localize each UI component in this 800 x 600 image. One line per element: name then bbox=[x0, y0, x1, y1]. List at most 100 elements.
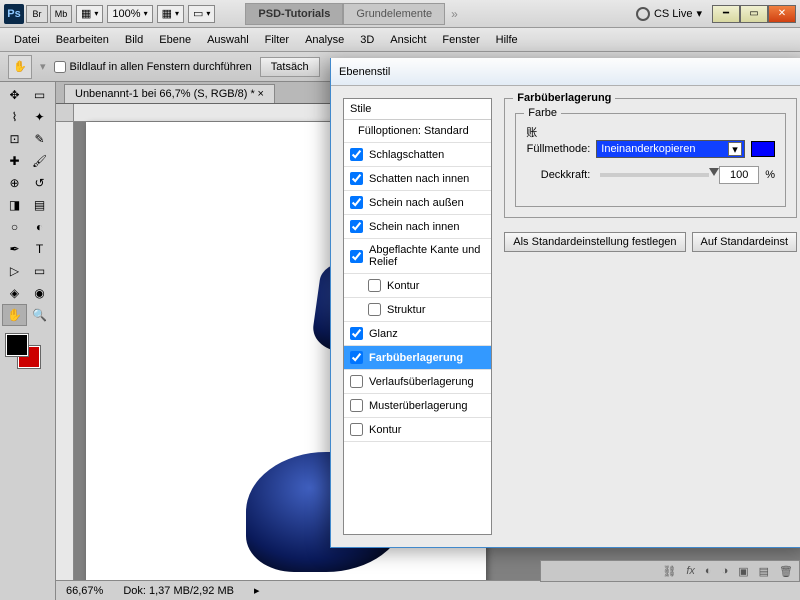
style-inner-glow[interactable]: Schein nach innen bbox=[344, 215, 491, 239]
dialog-titlebar[interactable]: Ebenenstil bbox=[331, 58, 800, 86]
doc-close-icon[interactable]: × bbox=[258, 88, 264, 100]
workspace-tab-tutorials[interactable]: PSD-Tutorials bbox=[245, 3, 343, 25]
color-wells[interactable] bbox=[2, 332, 53, 370]
document-size[interactable]: Dok: 1,37 MB/2,92 MB bbox=[123, 585, 234, 597]
opacity-input[interactable] bbox=[719, 166, 759, 184]
type-tool[interactable]: T bbox=[27, 238, 52, 260]
crop-tool[interactable]: ⊡ bbox=[2, 128, 27, 150]
brush-tool[interactable]: 🖌 bbox=[27, 150, 52, 172]
scroll-all-checkbox[interactable]: Bildlauf in allen Fenstern durchführen bbox=[54, 61, 252, 73]
workspace-tab-grundelemente[interactable]: Grundelemente bbox=[343, 3, 445, 25]
heal-tool[interactable]: ✚ bbox=[2, 150, 27, 172]
ruler-origin bbox=[56, 104, 74, 122]
scroll-all-input[interactable] bbox=[54, 61, 66, 73]
status-arrow-icon[interactable]: ▸ bbox=[254, 584, 260, 597]
style-outer-glow[interactable]: Schein nach außen bbox=[344, 191, 491, 215]
slider-thumb-icon[interactable] bbox=[709, 168, 719, 176]
menu-bearbeiten[interactable]: Bearbeiten bbox=[48, 30, 117, 50]
opacity-slider[interactable] bbox=[600, 173, 709, 177]
view-extras-dropdown[interactable]: ▦ bbox=[76, 5, 103, 23]
menu-bild[interactable]: Bild bbox=[117, 30, 151, 50]
bridge-button[interactable]: Br bbox=[26, 5, 48, 23]
trash-icon[interactable]: 🗑 bbox=[779, 565, 793, 578]
document-tab[interactable]: Unbenannt-1 bei 66,7% (S, RGB/8) * × bbox=[64, 84, 275, 103]
zoom-tool[interactable]: 🔍 bbox=[27, 304, 52, 326]
maximize-button[interactable]: ▭ bbox=[740, 5, 768, 23]
dropdown-arrow-icon[interactable]: ▾ bbox=[728, 142, 742, 156]
arrange-docs-dropdown[interactable]: ▦ bbox=[157, 5, 184, 23]
new-layer-icon[interactable]: ▤ bbox=[759, 565, 769, 578]
move-tool[interactable]: ✥ bbox=[2, 84, 27, 106]
blend-mode-label: Füllmethode: bbox=[526, 143, 590, 155]
eyedropper-tool[interactable]: ✎ bbox=[27, 128, 52, 150]
pen-tool[interactable]: ✒ bbox=[2, 238, 27, 260]
style-inner-shadow[interactable]: Schatten nach innen bbox=[344, 167, 491, 191]
cs-live[interactable]: CS Live ▾ bbox=[636, 7, 702, 21]
shape-tool[interactable]: ▭ bbox=[27, 260, 52, 282]
tools-panel: ✥▭ ⌇✦ ⊡✎ ✚🖌 ⊕↺ ◨▤ ○◐ ✒T ▷▭ ◈◉ ✋🔍 bbox=[0, 82, 56, 600]
group-icon[interactable]: ▣ bbox=[738, 565, 748, 578]
minimize-button[interactable]: ━ bbox=[712, 5, 740, 23]
actual-pixels-button[interactable]: Tatsäch bbox=[260, 57, 320, 77]
more-workspaces-icon[interactable]: » bbox=[451, 7, 458, 21]
make-default-button[interactable]: Als Standardeinstellung festlegen bbox=[504, 232, 685, 252]
fx-icon[interactable]: fx bbox=[686, 565, 695, 577]
stamp-tool[interactable]: ⊕ bbox=[2, 172, 27, 194]
opacity-row: Deckkraft: % bbox=[526, 166, 775, 184]
3d-tool[interactable]: ◈ bbox=[2, 282, 27, 304]
style-gradient-overlay[interactable]: Verlaufsüberlagerung bbox=[344, 370, 491, 394]
menu-filter[interactable]: Filter bbox=[257, 30, 297, 50]
minibridge-button[interactable]: Mb bbox=[50, 5, 72, 23]
color-overlay-group: Farbüberlagerung 账 Farbe Füllmethode: In… bbox=[504, 98, 797, 218]
style-bevel-emboss[interactable]: Abgeflachte Kante und Relief bbox=[344, 239, 491, 274]
gradient-tool[interactable]: ▤ bbox=[27, 194, 52, 216]
history-brush-tool[interactable]: ↺ bbox=[27, 172, 52, 194]
app-titlebar: Ps Br Mb ▦ 100% ▦ ▭ PSD-Tutorials Grunde… bbox=[0, 0, 800, 28]
eraser-tool[interactable]: ◨ bbox=[2, 194, 27, 216]
blend-mode-select[interactable]: Ineinanderkopieren ▾ bbox=[596, 140, 745, 158]
workspace-tabs: PSD-Tutorials Grundelemente bbox=[245, 3, 445, 25]
blur-tool[interactable]: ○ bbox=[2, 216, 27, 238]
path-select-tool[interactable]: ▷ bbox=[2, 260, 27, 282]
hand-tool-icon[interactable]: ✋ bbox=[8, 55, 32, 79]
style-pattern-overlay[interactable]: Musterüberlagerung bbox=[344, 394, 491, 418]
overlay-color-swatch[interactable] bbox=[751, 141, 775, 157]
photoshop-icon: Ps bbox=[4, 4, 24, 24]
style-contour[interactable]: Kontur bbox=[344, 274, 491, 298]
menu-auswahl[interactable]: Auswahl bbox=[199, 30, 257, 50]
adjustment-icon[interactable]: ◑ bbox=[722, 565, 729, 577]
zoom-level[interactable]: 66,67% bbox=[66, 585, 103, 597]
reset-default-button[interactable]: Auf Standardeinst bbox=[692, 232, 797, 252]
hand-tool[interactable]: ✋ bbox=[2, 304, 27, 326]
dialog-body: Stile Fülloptionen: Standard Schlagschat… bbox=[331, 86, 800, 547]
link-layers-icon[interactable]: ⛓ bbox=[662, 565, 676, 578]
menu-3d[interactable]: 3D bbox=[352, 30, 382, 50]
style-satin[interactable]: Glanz bbox=[344, 322, 491, 346]
close-button[interactable]: ✕ bbox=[768, 5, 796, 23]
menu-ebene[interactable]: Ebene bbox=[151, 30, 199, 50]
foreground-color[interactable] bbox=[6, 334, 28, 356]
menu-ansicht[interactable]: Ansicht bbox=[382, 30, 434, 50]
style-color-overlay[interactable]: Farbüberlagerung bbox=[344, 346, 491, 370]
menu-fenster[interactable]: Fenster bbox=[434, 30, 487, 50]
mask-icon[interactable]: ◐ bbox=[705, 565, 712, 577]
menu-datei[interactable]: Datei bbox=[6, 30, 48, 50]
style-stroke[interactable]: Kontur bbox=[344, 418, 491, 442]
marquee-tool[interactable]: ▭ bbox=[27, 84, 52, 106]
menu-analyse[interactable]: Analyse bbox=[297, 30, 352, 50]
blending-options-item[interactable]: Fülloptionen: Standard bbox=[344, 120, 491, 143]
3d-camera-tool[interactable]: ◉ bbox=[27, 282, 52, 304]
wand-tool[interactable]: ✦ bbox=[27, 106, 52, 128]
dodge-tool[interactable]: ◐ bbox=[27, 216, 52, 238]
cs-live-icon bbox=[636, 7, 650, 21]
lasso-tool[interactable]: ⌇ bbox=[2, 106, 27, 128]
menu-hilfe[interactable]: Hilfe bbox=[488, 30, 526, 50]
style-list-header[interactable]: Stile bbox=[344, 99, 491, 120]
menu-bar: Datei Bearbeiten Bild Ebene Auswahl Filt… bbox=[0, 28, 800, 52]
style-texture[interactable]: Struktur bbox=[344, 298, 491, 322]
style-drop-shadow[interactable]: Schlagschatten bbox=[344, 143, 491, 167]
zoom-dropdown[interactable]: 100% bbox=[107, 5, 152, 23]
ruler-vertical[interactable] bbox=[56, 122, 74, 580]
screenmode-dropdown[interactable]: ▭ bbox=[188, 5, 215, 23]
scroll-all-label: Bildlauf in allen Fenstern durchführen bbox=[70, 61, 252, 73]
